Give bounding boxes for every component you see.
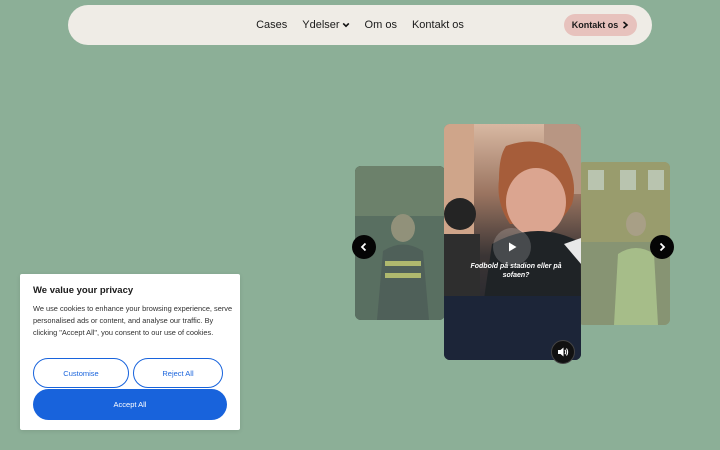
customise-button[interactable]: Customise — [33, 358, 129, 388]
chevron-down-icon — [342, 22, 349, 28]
nav-link-kontakt[interactable]: Kontakt os — [412, 19, 464, 31]
contact-button-label: Kontakt os — [571, 20, 619, 30]
nav-link-cases[interactable]: Cases — [256, 19, 287, 31]
video-card-active[interactable]: Fodbold på stadion eller på sofaen? — [444, 124, 581, 360]
chevron-right-icon — [659, 242, 666, 252]
nav-link-om-os[interactable]: Om os — [365, 19, 397, 31]
chevron-right-icon — [623, 21, 629, 29]
reject-all-button[interactable]: Reject All — [133, 358, 223, 388]
speaker-icon — [558, 347, 569, 357]
sound-toggle-button[interactable] — [551, 340, 575, 364]
contact-button[interactable]: Kontakt os — [564, 14, 637, 36]
cookie-consent-banner: We value your privacy We use cookies to … — [20, 274, 240, 430]
nav-link-ydelser-label: Ydelser — [302, 19, 340, 31]
cookie-title: We value your privacy — [33, 285, 134, 296]
play-icon — [509, 242, 517, 252]
cookie-description: We use cookies to enhance your browsing … — [33, 304, 233, 337]
top-navigation: Cases Ydelser Om os Kontakt os Kontakt o… — [68, 5, 652, 45]
carousel-next-button[interactable] — [650, 235, 674, 259]
carousel-previous-button[interactable] — [352, 235, 376, 259]
play-button[interactable] — [493, 228, 531, 266]
chevron-left-icon — [360, 242, 367, 252]
accept-all-button[interactable]: Accept All — [33, 389, 227, 420]
nav-link-ydelser[interactable]: Ydelser — [302, 19, 349, 31]
